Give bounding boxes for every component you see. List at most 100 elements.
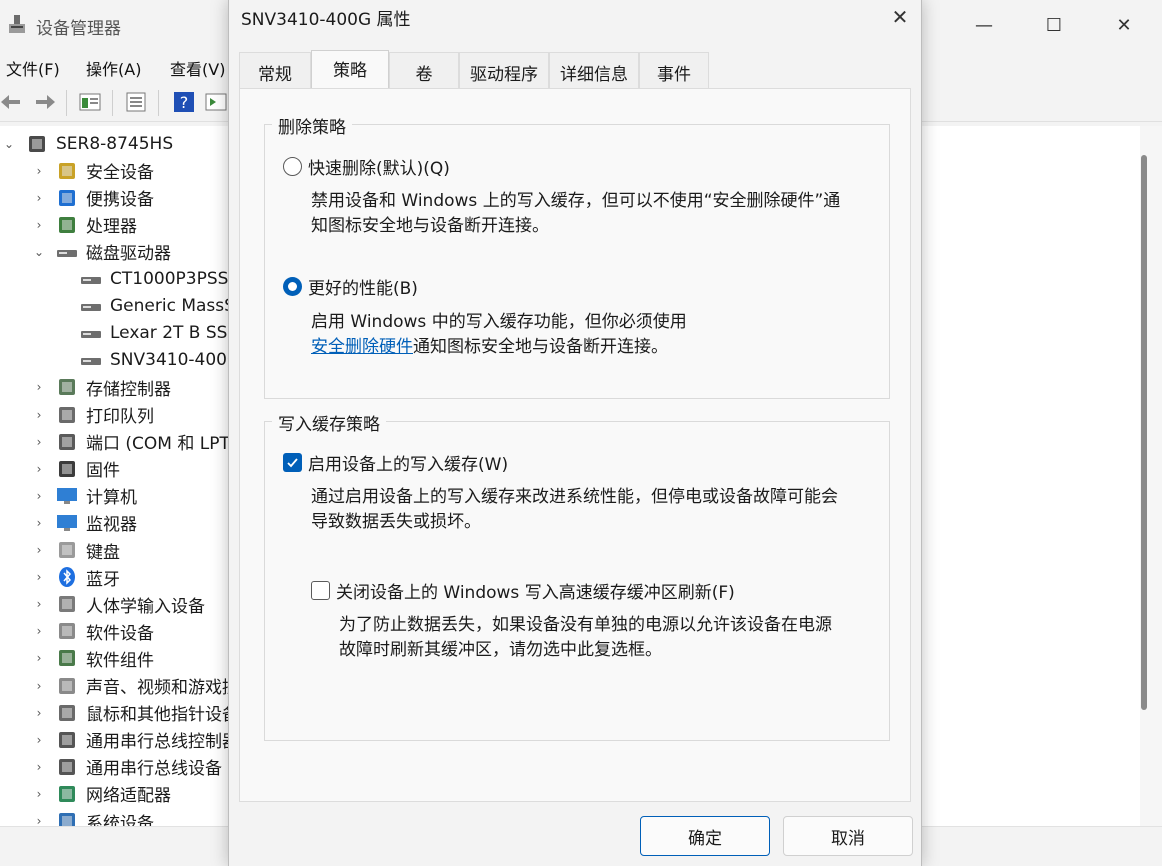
tree-item-label: 端口 (COM 和 LPT) xyxy=(86,434,237,455)
turn-off-flushing-desc-line2: 故障时刷新其缓冲区，请勿选中此复选框。 xyxy=(339,640,662,660)
better-performance-option[interactable]: 更好的性能(B) xyxy=(283,274,418,299)
tree-item[interactable]: ⌄ SER8-8745HS xyxy=(2,130,173,157)
bluetooth-icon xyxy=(56,567,78,588)
tree-item[interactable]: › 存储控制器 xyxy=(32,374,171,401)
chevron-right-icon[interactable]: › xyxy=(32,191,46,205)
tree-item[interactable]: › 人体学输入设备 xyxy=(32,591,205,618)
tree-item[interactable]: Lexar 2T B SSD xyxy=(80,320,241,347)
properties-dialog: SNV3410-400G 属性 ✕ 常规 策略 卷 驱动程序 详细信息 事件 删… xyxy=(228,0,922,866)
computer-icon xyxy=(26,134,48,154)
chevron-right-icon[interactable]: › xyxy=(32,570,46,584)
chevron-right-icon[interactable]: › xyxy=(32,164,46,178)
turn-off-flushing-label: 关闭设备上的 Windows 写入高速缓存缓冲区刷新(F) xyxy=(336,583,735,603)
tree-item[interactable]: › 通用串行总线设备 xyxy=(32,753,222,780)
tree-item[interactable]: › 通用串行总线控制器 xyxy=(32,726,239,753)
ok-button[interactable]: 确定 xyxy=(640,816,770,856)
chevron-right-icon[interactable]: › xyxy=(32,597,46,611)
chevron-right-icon[interactable]: › xyxy=(32,733,46,747)
tree-item-label: 存储控制器 xyxy=(86,379,171,400)
chevron-right-icon[interactable]: › xyxy=(32,624,46,638)
storage-controller-icon xyxy=(56,377,78,397)
tree-item[interactable]: › 打印队列 xyxy=(32,401,154,428)
tree-item-label: 通用串行总线控制器 xyxy=(86,732,239,753)
cancel-button[interactable]: 取消 xyxy=(783,816,913,856)
chevron-right-icon[interactable]: › xyxy=(32,408,46,422)
menu-action[interactable]: 操作(A) xyxy=(86,56,141,80)
tree-item[interactable]: › 网络适配器 xyxy=(32,780,171,807)
chevron-right-icon[interactable]: › xyxy=(32,679,46,693)
tab-policies[interactable]: 策略 xyxy=(311,50,389,88)
tab-general[interactable]: 常规 xyxy=(239,52,311,88)
menu-view[interactable]: 查看(V) xyxy=(170,56,225,80)
tree-item[interactable]: › 安全设备 xyxy=(32,157,154,184)
chevron-right-icon[interactable]: › xyxy=(32,543,46,557)
forward-arrow-icon[interactable] xyxy=(32,90,56,114)
tree-item[interactable]: › 蓝牙 xyxy=(32,564,120,591)
action-pane-icon[interactable] xyxy=(204,90,228,114)
dialog-close-button[interactable]: ✕ xyxy=(879,0,921,34)
chevron-down-icon[interactable]: ⌄ xyxy=(2,137,16,151)
better-performance-label: 更好的性能(B) xyxy=(308,279,418,299)
menu-file[interactable]: 文件(F) xyxy=(6,56,60,80)
close-window-button[interactable]: ✕ xyxy=(1100,0,1148,50)
tab-driver[interactable]: 驱动程序 xyxy=(459,52,549,88)
chevron-right-icon[interactable]: › xyxy=(32,760,46,774)
maximize-button[interactable]: ☐ xyxy=(1030,0,1078,50)
show-hide-tree-icon[interactable] xyxy=(78,90,102,114)
quick-removal-option[interactable]: 快速删除(默认)(Q) xyxy=(283,154,450,179)
turn-off-flushing-desc-line1: 为了防止数据丢失，如果设备没有单独的电源以允许该设备在电源 xyxy=(339,615,832,635)
chevron-right-icon[interactable]: › xyxy=(32,462,46,476)
tree-item[interactable]: ⌄ 磁盘驱动器 xyxy=(32,238,171,265)
chevron-right-icon[interactable]: › xyxy=(32,380,46,394)
tree-item[interactable]: › 固件 xyxy=(32,455,120,482)
chevron-down-icon[interactable]: ⌄ xyxy=(32,245,46,259)
chevron-right-icon[interactable]: › xyxy=(32,218,46,232)
minimize-button[interactable]: — xyxy=(960,0,1008,50)
tab-volumes[interactable]: 卷 xyxy=(389,52,459,88)
enable-write-cache-option[interactable]: 启用设备上的写入缓存(W) xyxy=(283,450,508,475)
tree-item[interactable]: › 系统设备 xyxy=(32,808,154,827)
turn-off-flushing-option[interactable]: 关闭设备上的 Windows 写入高速缓存缓冲区刷新(F) xyxy=(311,578,735,603)
chevron-right-icon[interactable]: › xyxy=(32,706,46,720)
quick-removal-radio[interactable] xyxy=(283,157,302,176)
help-icon[interactable]: ? xyxy=(172,90,196,114)
tree-item[interactable]: › 计算机 xyxy=(32,482,137,509)
tree-item[interactable]: › 软件组件 xyxy=(32,645,154,672)
chevron-right-icon[interactable]: › xyxy=(32,814,46,826)
chevron-right-icon[interactable]: › xyxy=(32,651,46,665)
processor-icon xyxy=(56,215,78,235)
enable-write-cache-description: 通过启用设备上的写入缓存来改进系统性能，但停电或设备故障可能会 导致数据丢失或损… xyxy=(311,485,886,535)
device-manager-icon xyxy=(9,15,25,33)
enable-write-cache-checkbox[interactable] xyxy=(283,453,302,472)
toolbar-divider xyxy=(158,90,159,116)
tree-item-label: 蓝牙 xyxy=(86,569,120,590)
tree-item[interactable]: › 处理器 xyxy=(32,211,137,238)
tree-item[interactable]: › 鼠标和其他指针设备 xyxy=(32,699,239,726)
chevron-right-icon[interactable]: › xyxy=(32,787,46,801)
turn-off-flushing-checkbox[interactable] xyxy=(311,581,330,600)
back-arrow-icon[interactable] xyxy=(0,90,24,114)
scrollbar-thumb[interactable] xyxy=(1141,155,1147,710)
better-performance-description: 启用 Windows 中的写入缓存功能，但你必须使用 安全删除硬件通知图标安全地… xyxy=(311,310,886,360)
quick-removal-desc-line2: 知图标安全地与设备断开连接。 xyxy=(311,216,549,236)
tree-item[interactable]: CT1000P3PSSD8 xyxy=(80,266,252,293)
better-performance-radio[interactable] xyxy=(283,277,302,296)
tree-item[interactable]: › 键盘 xyxy=(32,537,120,564)
tab-events[interactable]: 事件 xyxy=(639,52,709,88)
better-performance-desc-line2: 通知图标安全地与设备断开连接。 xyxy=(413,337,668,357)
tree-item[interactable]: › 端口 (COM 和 LPT) xyxy=(32,428,237,455)
tab-details[interactable]: 详细信息 xyxy=(549,52,639,88)
tree-item[interactable]: › 便携设备 xyxy=(32,184,154,211)
write-cache-policy-label: 写入缓存策略 xyxy=(272,410,386,435)
chevron-right-icon[interactable]: › xyxy=(32,516,46,530)
tree-item-label: 键盘 xyxy=(86,542,120,563)
tree-item[interactable]: SNV3410-400G xyxy=(80,347,240,374)
tree-item-label: 便携设备 xyxy=(86,190,154,211)
tree-item[interactable]: › 软件设备 xyxy=(32,618,154,645)
chevron-right-icon[interactable]: › xyxy=(32,435,46,449)
properties-icon[interactable] xyxy=(124,90,148,114)
tree-item-label: 系统设备 xyxy=(86,813,154,827)
safely-remove-hardware-link[interactable]: 安全删除硬件 xyxy=(311,337,413,357)
chevron-right-icon[interactable]: › xyxy=(32,489,46,503)
tree-item[interactable]: › 监视器 xyxy=(32,509,137,536)
